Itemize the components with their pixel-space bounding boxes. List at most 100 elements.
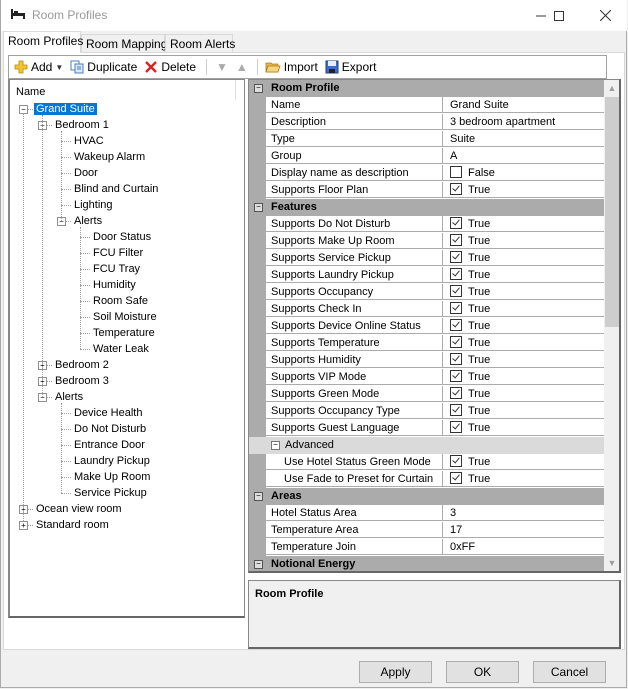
grid-property-row[interactable]: Supports Do Not Disturb True [249,216,604,233]
move-down-icon[interactable]: ▼ [216,60,228,74]
add-dropdown-arrow-icon[interactable]: ▼ [55,63,63,72]
property-checkbox[interactable] [450,302,462,314]
maximize-button[interactable] [536,0,582,31]
scroll-down-icon[interactable]: ▼ [604,555,619,571]
property-value[interactable]: 17 [443,522,604,538]
property-value[interactable]: Grand Suite [443,97,604,113]
tree-node[interactable]: Humidity [91,277,138,293]
property-checkbox[interactable] [450,472,462,484]
grid-property-row[interactable]: Supports Make Up Room True [249,233,604,250]
grid-property-row[interactable]: Supports Humidity True [249,352,604,369]
tree-node[interactable]: Service Pickup [72,485,149,501]
property-checkbox[interactable] [450,319,462,331]
property-checkbox[interactable] [450,183,462,195]
import-button[interactable]: Import [263,57,320,77]
tree-node[interactable]: Alerts [72,213,104,229]
property-checkbox[interactable] [450,336,462,348]
ok-button[interactable]: OK [446,661,519,683]
tree-node[interactable]: Bedroom 3 [53,373,111,389]
grid-property-row[interactable]: Use Fade to Preset for Curtain True [249,471,604,488]
property-checkbox[interactable] [450,455,462,467]
tree-node[interactable]: Soil Moisture [91,309,159,325]
grid-property-row[interactable]: Type Suite [249,131,604,148]
grid-property-row[interactable]: Name Grand Suite [249,97,604,114]
grid-property-row[interactable]: Temperature Area 17 [249,522,604,539]
property-checkbox[interactable] [450,370,462,382]
property-value[interactable]: 3 bedroom apartment [443,114,604,130]
property-value[interactable]: True [443,352,604,368]
collapse-icon[interactable]: − [254,203,263,212]
property-grid-scrollbar[interactable]: ▲ ▼ [604,80,619,571]
property-checkbox[interactable] [450,404,462,416]
grid-property-row[interactable]: Supports Service Pickup True [249,250,604,267]
grid-property-row[interactable]: Group A [249,148,604,165]
grid-property-row[interactable]: Supports Device Online Status True [249,318,604,335]
grid-property-row[interactable]: Supports Check In True [249,301,604,318]
grid-property-row[interactable]: Supports Floor Plan True [249,182,604,199]
property-value[interactable]: True [443,471,604,487]
tab-room-mapping[interactable]: Room Mapping [81,34,167,52]
tree-node[interactable]: Ocean view room [34,501,124,517]
scroll-up-icon[interactable]: ▲ [604,80,619,97]
tree-node[interactable]: Blind and Curtain [72,181,160,197]
tree-node[interactable]: Standard room [34,517,111,533]
tree-node[interactable]: Do Not Disturb [72,421,148,437]
grid-property-row[interactable]: Use Hotel Status Green Mode True [249,454,604,471]
grid-property-row[interactable]: Temperature Join 0xFF [249,539,604,556]
tree-node[interactable]: Laundry Pickup [72,453,152,469]
tab-room-alerts[interactable]: Room Alerts [165,34,235,52]
collapse-icon[interactable]: − [254,84,263,93]
tree-node[interactable]: Bedroom 2 [53,357,111,373]
grid-subcategory[interactable]: − Advanced [249,437,604,454]
grid-property-row[interactable]: Supports Temperature True [249,335,604,352]
grid-property-row[interactable]: Hotel Status Area 3 [249,505,604,522]
property-value[interactable]: True [443,403,604,419]
duplicate-button[interactable]: Duplicate [68,57,139,77]
property-value[interactable]: True [443,267,604,283]
property-value[interactable]: True [443,318,604,334]
tree-node[interactable]: Entrance Door [72,437,147,453]
tree-node[interactable]: Room Safe [91,293,150,309]
grid-property-row[interactable]: Supports Laundry Pickup True [249,267,604,284]
property-checkbox[interactable] [450,421,462,433]
grid-property-row[interactable]: Display name as description False [249,165,604,182]
grid-property-row[interactable]: Supports Occupancy Type True [249,403,604,420]
property-value[interactable]: True [443,301,604,317]
tree-node[interactable]: Make Up Room [72,469,152,485]
tree-node[interactable]: Door Status [91,229,153,245]
export-button[interactable]: Export [323,57,379,77]
property-value[interactable]: True [443,284,604,300]
property-value[interactable]: 0xFF [443,539,604,555]
tab-room-profiles[interactable]: Room Profiles [3,31,83,53]
collapse-icon[interactable]: − [254,560,263,569]
property-value[interactable]: True [443,454,604,470]
move-up-icon[interactable]: ▲ [236,60,248,74]
grid-property-row[interactable]: Supports VIP Mode True [249,369,604,386]
tree-node[interactable]: Grand Suite [33,101,98,117]
tree-node[interactable]: Temperature [91,325,157,341]
tree-node[interactable]: Door [72,165,100,181]
property-checkbox[interactable] [450,268,462,280]
property-checkbox[interactable] [450,234,462,246]
property-checkbox[interactable] [450,353,462,365]
property-value[interactable]: True [443,182,604,198]
tree-node[interactable]: Alerts [53,389,85,405]
add-button[interactable]: Add ▼ [12,57,65,77]
property-value[interactable]: True [443,420,604,436]
grid-category[interactable]: − Room Profile [249,80,604,97]
scroll-thumb[interactable] [605,97,619,327]
grid-category[interactable]: − Areas [249,488,604,505]
property-value[interactable]: True [443,216,604,232]
property-value[interactable]: A [443,148,604,164]
property-checkbox[interactable] [450,251,462,263]
cancel-button[interactable]: Cancel [533,661,606,683]
property-checkbox[interactable] [450,285,462,297]
property-value[interactable]: Suite [443,131,604,147]
property-value[interactable]: True [443,386,604,402]
property-checkbox[interactable] [450,387,462,399]
property-value[interactable]: True [443,335,604,351]
grid-category[interactable]: − Notional Energy [249,556,604,571]
property-value[interactable]: True [443,250,604,266]
grid-property-row[interactable]: Supports Occupancy True [249,284,604,301]
property-value[interactable]: False [443,165,604,181]
